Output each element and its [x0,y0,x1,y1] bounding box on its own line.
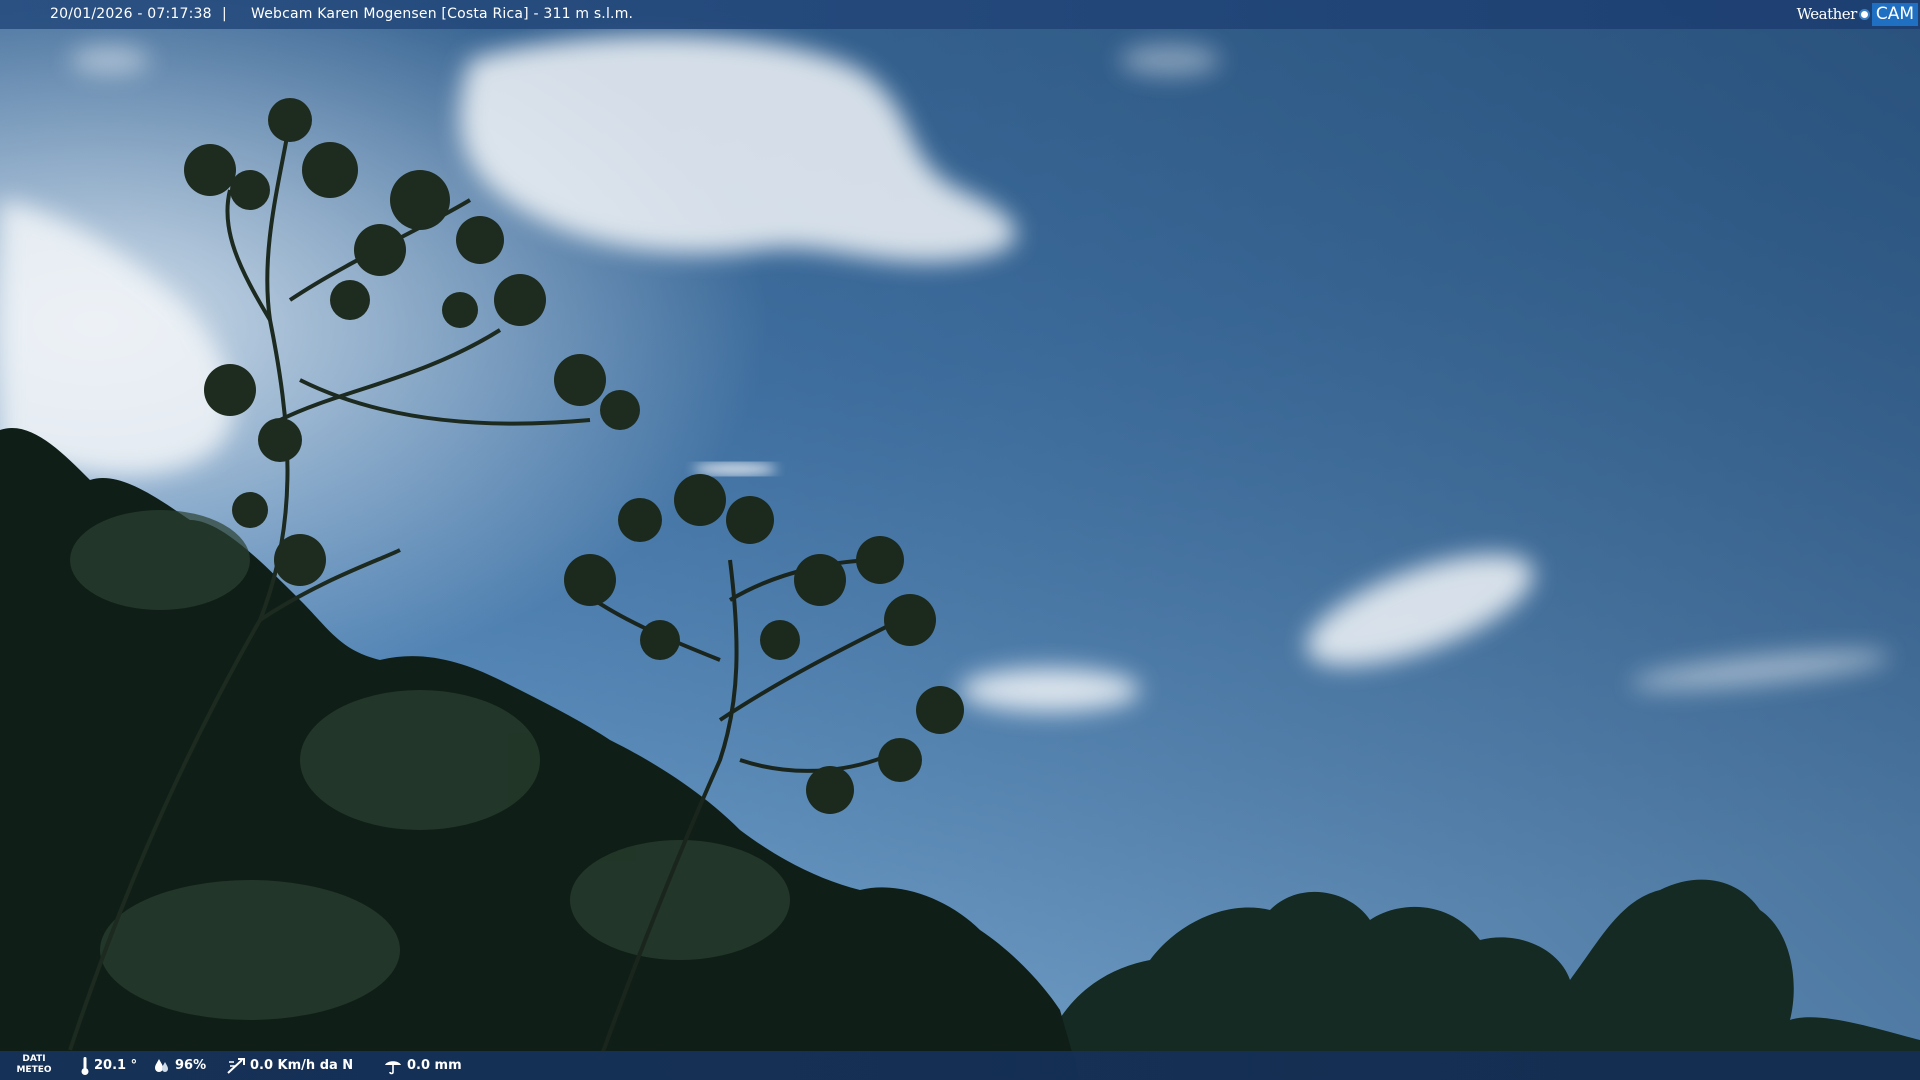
humidity-icon [155,1058,168,1072]
wind-value: 0.0 Km/h da N [250,1058,354,1073]
logo-weather-text: Weather [1796,5,1858,23]
dati-label-line1: DATI [22,1054,46,1064]
rain-value: 0.0 mm [407,1058,462,1073]
logo-dot-icon [1858,9,1870,20]
rain-readout: 0.0 mm [383,1051,462,1080]
cloud [693,463,777,475]
temperature-readout: 20.1 ° [80,1051,137,1080]
wind-icon [227,1057,245,1074]
logo-cam-text: CAM [1871,3,1918,26]
webcam-caption: Webcam Karen Mogensen [Costa Rica] - 311… [251,6,634,22]
humidity-value: 96% [175,1058,207,1073]
timestamp: 20/01/2026 - 07:17:38 [50,6,212,22]
wind-readout: 0.0 Km/h da N [226,1051,353,1080]
humidity-readout: 96% [153,1051,206,1080]
thermometer-icon [81,1056,89,1075]
separator: | [222,6,227,22]
rain-gauge-icon [385,1060,401,1074]
webcam-image [0,0,1920,1080]
dati-label-line2: METEO [16,1065,52,1075]
temperature-value: 20.1 ° [94,1058,138,1073]
weathercam-logo[interactable]: Weather CAM [1797,2,1918,27]
header-bar: 20/01/2026 - 07:17:38 | Webcam Karen Mog… [0,0,1920,29]
dati-meteo-label[interactable]: DATI METEO [14,1054,54,1076]
weather-data-bar: DATI METEO 20.1 ° 96% 0.0 Km/h da N 0.0 … [0,1051,1920,1080]
webcam-frame: 20/01/2026 - 07:17:38 | Webcam Karen Mog… [0,0,1920,1080]
